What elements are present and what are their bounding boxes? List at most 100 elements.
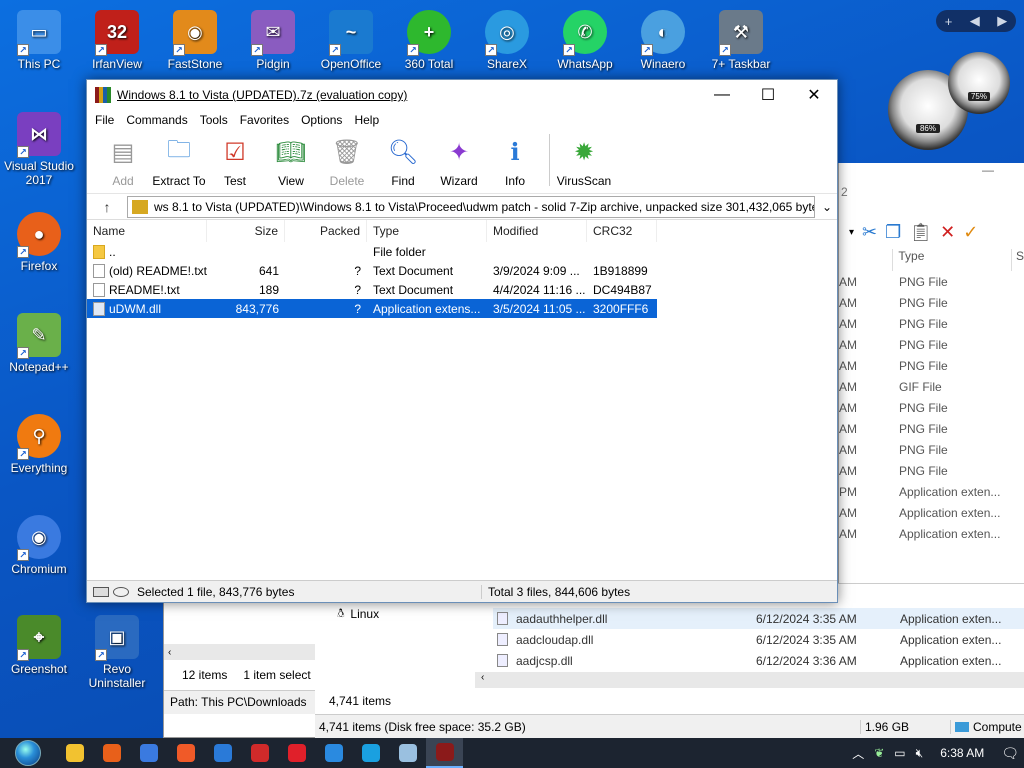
desktop-icon-notepad-plus-plus[interactable]: ✎ ↗ Notepad++	[1, 313, 77, 374]
column-size[interactable]: Size	[207, 220, 285, 242]
file-row[interactable]: AM Application exten...	[839, 523, 1024, 544]
file-row[interactable]: AM PNG File	[839, 439, 1024, 460]
taskbar-app-file-explorer[interactable]	[56, 738, 93, 768]
file-row[interactable]: aadcloudap.dll 6/12/2024 3:35 AM Applicati…	[493, 629, 1024, 650]
taskbar-app-chromium[interactable]	[130, 738, 167, 768]
taskbar-app-thunderbird[interactable]	[204, 738, 241, 768]
memory-gauge-gadget[interactable]: 75%	[948, 52, 1010, 114]
toolbar-button-0[interactable]: ▤︎ Add	[95, 134, 151, 189]
file-row[interactable]: aadauthhelper.dll 6/12/2024 3:35 AM Applic…	[493, 608, 1024, 629]
nav-item-linux[interactable]: 🐧︎ Linux	[337, 606, 379, 622]
desktop-icon-whatsapp[interactable]: ✆ ↗ WhatsApp	[547, 10, 623, 71]
file-row[interactable]: uDWM.dll 843,776? Application extens... 3/5…	[87, 299, 657, 318]
taskbar-app-opera[interactable]	[278, 738, 315, 768]
column-type[interactable]: Type	[892, 249, 1011, 271]
toolbar-button-6[interactable]: ✦︎ Wizard	[431, 134, 487, 189]
volume-muted-icon[interactable]: 🔇︎	[911, 746, 929, 761]
file-row[interactable]: AM PNG File	[839, 460, 1024, 481]
column-type[interactable]: Type	[367, 220, 487, 242]
file-row[interactable]: .. File folder	[87, 242, 837, 261]
background-explorer-window-left[interactable]: ‹ 12 items 1 item select Path: This PC\D…	[163, 583, 323, 738]
minimize-button[interactable]: —	[699, 80, 745, 110]
menu-favorites[interactable]: Favorites	[234, 113, 295, 127]
toolbar-button-1[interactable]: 🗀︎ Extract To	[151, 134, 207, 189]
desktop-icon-everything[interactable]: ⚲ ↗ Everything	[1, 414, 77, 475]
desktop-icon-firefox[interactable]: ● ↗ Firefox	[1, 212, 77, 273]
dropdown-icon[interactable]: ▾	[849, 227, 854, 238]
desktop-icon-sharex[interactable]: ◎ ↗ ShareX	[469, 10, 545, 71]
add-gadget-icon[interactable]: +	[945, 14, 953, 29]
menu-help[interactable]: Help	[348, 113, 385, 127]
copy-icon[interactable]: ❐	[885, 222, 901, 243]
taskbar-app-skype[interactable]	[352, 738, 389, 768]
file-row[interactable]: AM PNG File	[839, 355, 1024, 376]
column-modified[interactable]: Modified	[487, 220, 587, 242]
file-row[interactable]: AM PNG File	[839, 292, 1024, 313]
next-icon[interactable]: ▶	[997, 13, 1007, 29]
start-button[interactable]	[0, 738, 56, 768]
menu-commands[interactable]: Commands	[120, 113, 193, 127]
column-next[interactable]: S	[1010, 249, 1024, 271]
taskbar-app-wps[interactable]	[241, 738, 278, 768]
toolbar-button-4[interactable]: 🗑︎ Delete	[319, 134, 375, 189]
column-name[interactable]: Name	[87, 220, 207, 242]
desktop-icon-openoffice[interactable]: ~ ↗ OpenOffice	[313, 10, 389, 71]
taskbar-app-firefox[interactable]	[93, 738, 130, 768]
file-row[interactable]: AM GIF File	[839, 376, 1024, 397]
taskbar-app-notepad[interactable]	[389, 738, 426, 768]
file-row[interactable]: README!.txt 189? Text Document 4/4/2024 11:…	[87, 280, 837, 299]
menu-options[interactable]: Options	[295, 113, 348, 127]
toolbar-button-7[interactable]: ℹ︎ Info	[487, 134, 543, 189]
archive-path-field[interactable]: ws 8.1 to Vista (UPDATED)\Windows 8.1 to…	[127, 195, 815, 218]
desktop-icon-chromium[interactable]: ◉ ↗ Chromium	[1, 515, 77, 576]
menu-file[interactable]: File	[89, 113, 120, 127]
clock[interactable]: 6:38 AM	[928, 746, 996, 760]
winrar-window[interactable]: Windows 8.1 to Vista (UPDATED).7z (evalu…	[86, 79, 838, 603]
cut-icon[interactable]: ✂	[862, 222, 877, 243]
title-bar[interactable]: Windows 8.1 to Vista (UPDATED).7z (evalu…	[87, 80, 837, 110]
toolbar-button-2[interactable]: ☑︎ Test	[207, 134, 263, 189]
close-button[interactable]: ✕	[791, 80, 837, 110]
desktop-icon-visual-studio[interactable]: ⋈ ↗ Visual Studio 2017	[1, 112, 77, 187]
chevron-up-icon[interactable]: ︿	[847, 745, 869, 762]
horizontal-scrollbar[interactable]: ‹	[475, 672, 1024, 688]
file-row[interactable]: aadjcsp.dll 6/12/2024 3:36 AM Application …	[493, 650, 1024, 671]
maximize-button[interactable]: ☐	[745, 80, 791, 110]
gadget-control-bar[interactable]: + ◀ ▶	[936, 10, 1016, 32]
background-explorer-window-main[interactable]: 🐧︎ Linux aadauthhelper.dll 6/12/2024 3:35…	[315, 583, 1024, 738]
file-row[interactable]: AM PNG File	[839, 397, 1024, 418]
desktop-icon-irfanview[interactable]: 32 ↗ IrfanView	[79, 10, 155, 71]
desktop-icon-revo-uninstaller[interactable]: ▣ ↗ Revo Uninstaller	[79, 615, 155, 690]
previous-icon[interactable]: ◀	[970, 13, 980, 29]
horizontal-scrollbar[interactable]: ‹	[164, 644, 322, 660]
paste-icon[interactable]: 📋︎	[909, 222, 932, 243]
file-row[interactable]: (old) README!.txt 641? Text Document 3/9/20…	[87, 261, 837, 280]
minimize-button[interactable]: —	[839, 163, 1024, 185]
desktop-icon-pidgin[interactable]: ✉ ↗ Pidgin	[235, 10, 311, 71]
file-row[interactable]: AM PNG File	[839, 418, 1024, 439]
toolbar-button-8[interactable]: ✹︎ VirusScan	[556, 134, 612, 189]
desktop-icon-winaero[interactable]: ◐ ↗ Winaero	[625, 10, 701, 71]
toolbar-button-3[interactable]: 📖︎ View	[263, 134, 319, 189]
desktop-icon-this-pc[interactable]: ▭ ↗ This PC	[1, 10, 77, 71]
taskbar-app-ccleaner[interactable]	[315, 738, 352, 768]
desktop-icon-7-taskbar[interactable]: ⚒ ↗ 7+ Taskbar	[703, 10, 779, 71]
file-row[interactable]: AM PNG File	[839, 313, 1024, 334]
network-icon[interactable]: ▭	[889, 746, 910, 760]
desktop-icon-faststone[interactable]: ◉ ↗ FastStone	[157, 10, 233, 71]
toolbar-button-5[interactable]: 🔍︎ Find	[375, 134, 431, 189]
up-arrow-icon[interactable]: ↑	[87, 199, 127, 215]
delete-icon[interactable]: ✕	[940, 222, 955, 243]
taskbar-app-winrar[interactable]	[426, 738, 463, 768]
desktop-icon-greenshot[interactable]: ⌖ ↗ Greenshot	[1, 615, 77, 676]
file-row[interactable]: PM Application exten...	[839, 481, 1024, 502]
menu-tools[interactable]: Tools	[194, 113, 234, 127]
file-row[interactable]: AM PNG File	[839, 271, 1024, 292]
file-row[interactable]: AM Application exten...	[839, 502, 1024, 523]
column-crc32[interactable]: CRC32	[587, 220, 657, 242]
file-row[interactable]: AM PNG File	[839, 334, 1024, 355]
desktop-icon-360-total[interactable]: + ↗ 360 Total	[391, 10, 467, 71]
leaf-icon[interactable]: ❦	[869, 746, 889, 760]
taskbar-app-brave[interactable]	[167, 738, 204, 768]
chevron-down-icon[interactable]: ⌄	[817, 200, 837, 214]
